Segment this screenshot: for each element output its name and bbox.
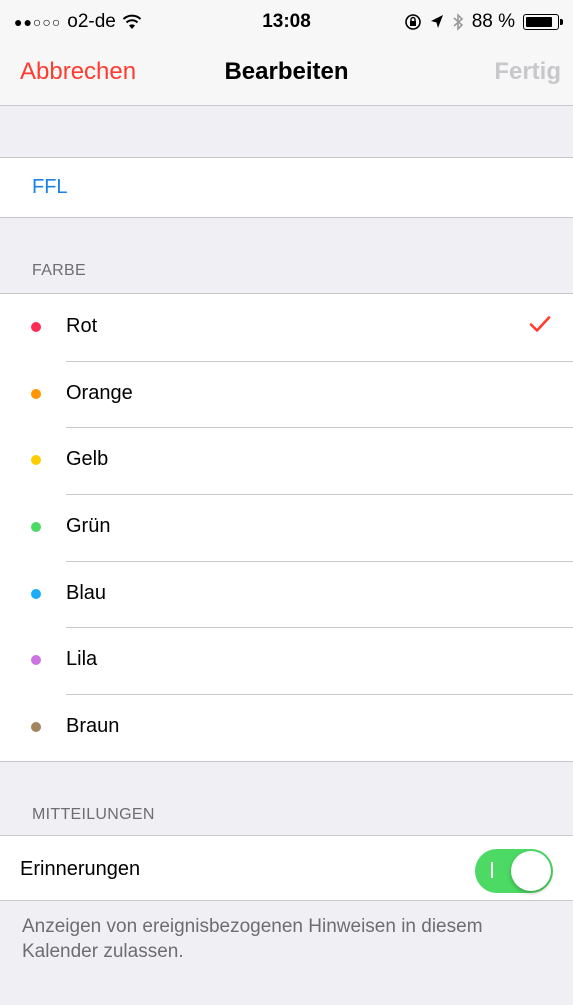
status-right: 88 % <box>404 11 563 33</box>
color-label: Lila <box>66 648 98 671</box>
bluetooth-icon <box>453 13 463 31</box>
color-row-braun[interactable]: Braun <box>0 694 573 761</box>
color-section-header: FARBE <box>32 262 86 279</box>
color-dot <box>31 588 41 599</box>
color-label: Braun <box>66 715 120 738</box>
color-row-blau[interactable]: Blau <box>0 560 573 628</box>
color-row-rot[interactable]: Rot <box>0 294 573 361</box>
color-dot <box>31 388 41 399</box>
battery-percent: 88 % <box>471 11 515 32</box>
color-dot <box>31 722 41 733</box>
color-row-orange[interactable]: Orange <box>0 360 573 428</box>
rotation-lock-icon <box>404 14 421 30</box>
screen: ●●○○○ o2-de 13:08 88 % Abbrechen Bearbei… <box>0 0 573 1005</box>
color-list: Rot Orange Gelb Grün Blau Lila Braun <box>0 293 573 762</box>
top-bar: ●●○○○ o2-de 13:08 88 % Abbrechen Bearbei… <box>0 0 573 106</box>
color-dot <box>31 322 41 332</box>
reminders-toggle[interactable] <box>475 849 553 893</box>
notifications-footer-text: Anzeigen von ereignisbezogenen Hinweisen… <box>22 916 483 962</box>
reminders-row: Erinnerungen <box>0 835 573 901</box>
color-dot <box>31 455 41 466</box>
color-row-gruen[interactable]: Grün <box>0 494 573 561</box>
toggle-on-indicator <box>491 862 493 878</box>
battery-fill <box>526 17 552 27</box>
color-row-lila[interactable]: Lila <box>0 627 573 694</box>
color-label: Blau <box>66 581 107 604</box>
color-label: Gelb <box>66 448 109 471</box>
color-dot <box>31 655 41 666</box>
location-arrow-icon <box>430 15 443 28</box>
checkmark-icon <box>529 316 551 332</box>
battery-nub <box>560 19 563 25</box>
color-dot <box>31 522 41 533</box>
color-label: Rot <box>66 315 98 337</box>
reminders-label: Erinnerungen <box>20 858 141 880</box>
color-label: Grün <box>66 515 111 538</box>
navigation-bar: Abbrechen Bearbeiten Fertig <box>0 40 573 106</box>
status-bar: ●●○○○ o2-de 13:08 88 % <box>0 0 573 40</box>
calendar-name-field[interactable]: FFL <box>0 157 573 218</box>
done-button[interactable]: Fertig <box>494 58 561 86</box>
notifications-section-header: MITTEILUNGEN <box>32 806 155 823</box>
battery-icon <box>523 14 563 30</box>
toggle-knob[interactable] <box>511 851 551 891</box>
color-label: Orange <box>66 381 133 404</box>
page-title: Bearbeiten <box>224 58 349 85</box>
calendar-name-value: FFL <box>32 176 68 198</box>
color-row-gelb[interactable]: Gelb <box>0 427 573 494</box>
